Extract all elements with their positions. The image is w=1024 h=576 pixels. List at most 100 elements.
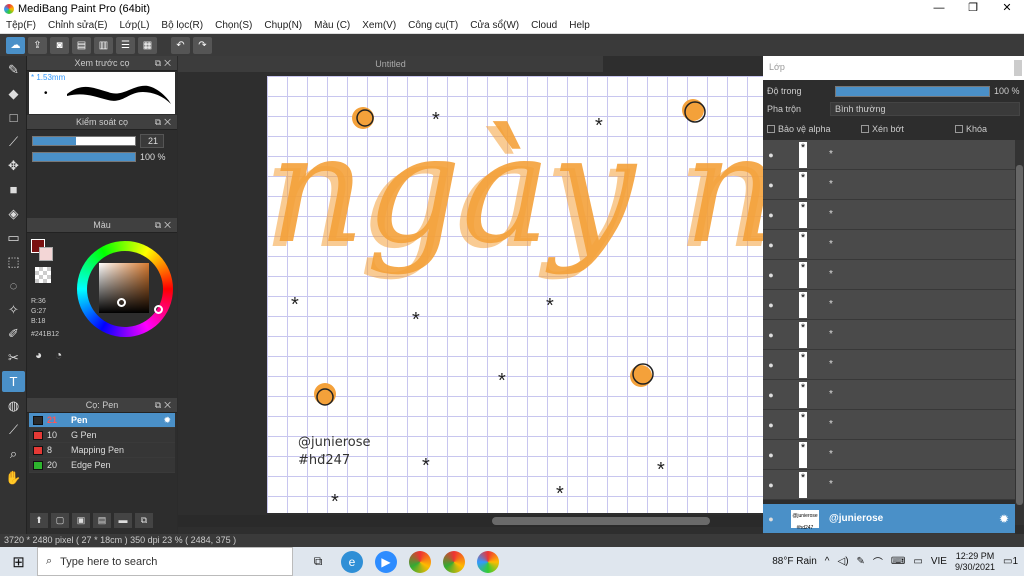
text-tool-icon[interactable]: T bbox=[2, 371, 25, 392]
layer-row[interactable]: ● * * bbox=[763, 470, 1015, 500]
chrome-icon[interactable] bbox=[409, 550, 431, 573]
layer-row[interactable]: ● * * bbox=[763, 140, 1015, 170]
magic-wand-tool-icon[interactable]: ✧ bbox=[2, 299, 25, 320]
menu-filter[interactable]: Bộ lọc(R) bbox=[155, 20, 209, 31]
pen-icon[interactable]: ✎ bbox=[857, 556, 865, 567]
protect-alpha-checkbox[interactable]: Bảo vệ alpha bbox=[767, 124, 857, 134]
menu-snap[interactable]: Chụp(N) bbox=[258, 20, 308, 31]
brush-item-mapping-pen[interactable]: 8 Mapping Pen bbox=[29, 443, 175, 458]
menu-view[interactable]: Xem(V) bbox=[356, 20, 402, 31]
panel-controls-icon[interactable]: ⧉✕ bbox=[155, 398, 174, 413]
redo-icon[interactable]: ↷ bbox=[193, 36, 212, 54]
duplicate-icon[interactable]: ⧉ bbox=[135, 513, 153, 528]
menu-layer[interactable]: Lớp(L) bbox=[114, 20, 156, 31]
eye-icon[interactable]: ● bbox=[763, 330, 779, 340]
rectangle-tool-icon[interactable]: □ bbox=[2, 107, 25, 128]
line-tool-icon[interactable]: ⟋ bbox=[2, 131, 25, 152]
gradient-tool-icon[interactable]: ▭ bbox=[2, 227, 25, 248]
keyboard-icon[interactable]: ⌨ bbox=[891, 556, 905, 567]
brush-item-edge-pen[interactable]: 20 Edge Pen bbox=[29, 458, 175, 473]
secondary-color-swatch[interactable] bbox=[39, 247, 53, 261]
eye-icon[interactable]: ● bbox=[763, 300, 779, 310]
layer-row[interactable]: ● * * bbox=[763, 350, 1015, 380]
palette-icon[interactable]: ◕ bbox=[35, 348, 51, 364]
select-eraser-tool-icon[interactable]: ✂ bbox=[2, 347, 25, 368]
brush-tool-icon[interactable]: ✎ bbox=[2, 59, 25, 80]
eyedropper-tool-icon[interactable]: ⌕ bbox=[2, 443, 25, 464]
layer-row[interactable]: ● * * bbox=[763, 380, 1015, 410]
panel-controls-icon[interactable]: ⧉✕ bbox=[155, 56, 174, 71]
brush-size-slider[interactable] bbox=[32, 136, 136, 146]
layer-row[interactable]: ● * * bbox=[763, 200, 1015, 230]
notification-icon[interactable]: ▭1 bbox=[1003, 556, 1018, 567]
eraser-tool-icon[interactable]: ◆ bbox=[2, 83, 25, 104]
layer-panel-scroll-icon[interactable] bbox=[1014, 60, 1022, 76]
dotted-fill-tool-icon[interactable]: ◍ bbox=[2, 395, 25, 416]
document-icon[interactable]: ▥ bbox=[94, 36, 113, 54]
bucket-tool-icon[interactable]: ◈ bbox=[2, 203, 25, 224]
layer-row[interactable]: ● * * bbox=[763, 290, 1015, 320]
task-view-icon[interactable]: ⧉ bbox=[307, 551, 329, 573]
menu-cloud[interactable]: Cloud bbox=[525, 20, 563, 31]
layer-settings-gear-icon[interactable]: ✹ bbox=[999, 512, 1009, 526]
layer-scrollbar[interactable] bbox=[1015, 140, 1024, 525]
weather-widget[interactable]: 88°F Rain bbox=[772, 556, 817, 567]
lock-checkbox[interactable]: Khóa bbox=[955, 124, 1015, 134]
menu-window[interactable]: Cửa sổ(W) bbox=[464, 20, 525, 31]
eye-icon[interactable]: ● bbox=[763, 360, 779, 370]
cloud-icon[interactable]: ☁ bbox=[6, 36, 25, 54]
layer-opacity-slider[interactable] bbox=[835, 85, 990, 97]
layer-row[interactable]: ● * * bbox=[763, 230, 1015, 260]
divide-tool-icon[interactable]: ⟋ bbox=[2, 419, 25, 440]
eye-icon[interactable]: ● bbox=[763, 514, 779, 524]
menu-help[interactable]: Help bbox=[563, 20, 596, 31]
eye-icon[interactable]: ● bbox=[763, 390, 779, 400]
menu-edit[interactable]: Chỉnh sửa(E) bbox=[42, 20, 114, 31]
copy-brush-icon[interactable]: ▤ bbox=[93, 513, 111, 528]
medibang-icon[interactable] bbox=[477, 550, 499, 573]
menu-color[interactable]: Màu (C) bbox=[308, 20, 356, 31]
zoom-icon[interactable]: ▶ bbox=[375, 550, 397, 573]
panel-controls-icon[interactable]: ⧉✕ bbox=[155, 115, 174, 130]
new-brush-icon[interactable]: ▢ bbox=[51, 513, 69, 528]
add-brush-icon[interactable]: ⬆ bbox=[30, 513, 48, 528]
hue-wheel[interactable] bbox=[77, 241, 173, 337]
page-icon[interactable]: ▤ bbox=[72, 36, 91, 54]
network-icon[interactable]: ⌒ bbox=[873, 554, 883, 569]
taskbar-search[interactable]: ⌕ Type here to search bbox=[37, 547, 293, 576]
close-button[interactable]: ✕ bbox=[990, 0, 1024, 17]
transparent-swatch[interactable] bbox=[35, 267, 51, 283]
layer-row[interactable]: ● * * bbox=[763, 260, 1015, 290]
layer-row[interactable]: ● * * bbox=[763, 170, 1015, 200]
layer-row[interactable]: ● * * bbox=[763, 440, 1015, 470]
hand-tool-icon[interactable]: ✋ bbox=[2, 467, 25, 488]
horizontal-scrollbar[interactable] bbox=[178, 515, 763, 527]
maximize-button[interactable]: ❐ bbox=[956, 0, 990, 17]
volume-icon[interactable]: ◁) bbox=[838, 556, 849, 567]
menu-tools[interactable]: Công cụ(T) bbox=[402, 20, 464, 31]
share-icon[interactable]: ⇪ bbox=[28, 36, 47, 54]
grid-icon[interactable]: ▦ bbox=[138, 36, 157, 54]
select-rect-tool-icon[interactable]: ⬚ bbox=[2, 251, 25, 272]
drawing-canvas[interactable]: ngày ng ngày ng * * * * * * * * * * @jun… bbox=[267, 76, 763, 513]
language-indicator[interactable]: VIE bbox=[931, 556, 947, 567]
tray-up-icon[interactable]: ^ bbox=[825, 556, 830, 567]
windows-start-icon[interactable]: ⊞ bbox=[0, 547, 37, 576]
brush-size-value[interactable]: 21 bbox=[140, 134, 164, 148]
menu-select[interactable]: Chọn(S) bbox=[209, 20, 258, 31]
brush-menu-icon[interactable]: ▣ bbox=[72, 513, 90, 528]
eye-icon[interactable]: ● bbox=[763, 480, 779, 490]
brush-item-g-pen[interactable]: 10 G Pen bbox=[29, 428, 175, 443]
layer-row[interactable]: ● * * bbox=[763, 320, 1015, 350]
edge-icon[interactable]: e bbox=[341, 550, 363, 573]
brush-settings-gear-icon[interactable]: ✹ bbox=[163, 415, 171, 426]
panel-controls-icon[interactable]: ⧉✕ bbox=[155, 218, 174, 233]
move-tool-icon[interactable]: ✥ bbox=[2, 155, 25, 176]
chrome-profile-icon[interactable] bbox=[443, 550, 465, 573]
eye-icon[interactable]: ● bbox=[763, 240, 779, 250]
layer-row-selected[interactable]: ● @junierose #hd247 @junierose ✹ bbox=[763, 504, 1015, 534]
clipping-checkbox[interactable]: Xén bớt bbox=[861, 124, 951, 134]
battery-icon[interactable]: ▭ bbox=[913, 556, 922, 567]
select-pen-tool-icon[interactable]: ✐ bbox=[2, 323, 25, 344]
menu-file[interactable]: Tệp(F) bbox=[0, 20, 42, 31]
